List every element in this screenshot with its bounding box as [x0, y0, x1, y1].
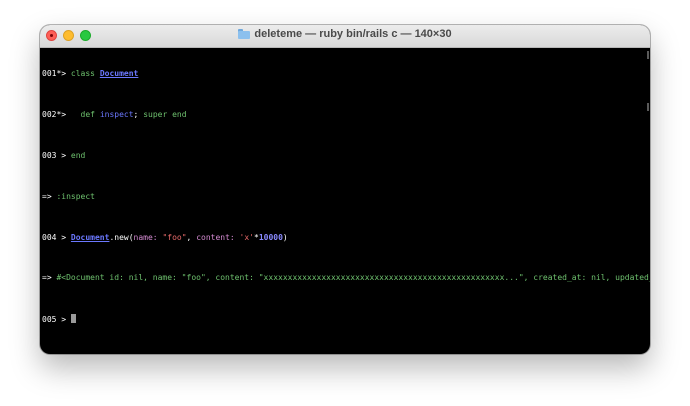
prompt: 005 >	[42, 315, 71, 325]
string-x: 'x'	[239, 232, 254, 242]
method-name: inspect	[99, 110, 134, 120]
class-name: Document	[99, 69, 139, 79]
arg-key-name: name:	[133, 232, 158, 242]
terminal-line: 005 >	[42, 314, 646, 324]
constant-document: Document	[70, 232, 110, 242]
prompt: 004 >	[42, 232, 71, 242]
result-value: :inspect	[56, 191, 95, 201]
keyword-super-end: super end	[143, 110, 187, 120]
window-title-text: deleteme — ruby bin/rails c — 140×30	[254, 28, 452, 40]
text-cursor	[70, 314, 76, 324]
scroll-marker	[647, 51, 649, 59]
prompt: 002*>	[42, 110, 71, 120]
terminal-line: 004 > Document.new(name: "foo", content:…	[42, 233, 646, 243]
keyword-def: def	[80, 110, 95, 120]
result-arrow: =>	[42, 191, 57, 201]
keyword-class: class	[70, 69, 95, 79]
separator: ;	[133, 110, 144, 120]
folder-icon	[238, 29, 251, 39]
method-call: .new(	[109, 232, 134, 242]
terminal-output[interactable]: 001*> class Document 002*> def inspect; …	[42, 49, 650, 354]
terminal-line: 002*> def inspect; super end	[42, 110, 646, 120]
scroll-marker	[647, 103, 649, 111]
prompt: 003 >	[42, 151, 71, 160]
string-foo: "foo"	[162, 232, 187, 242]
comma: ,	[186, 232, 197, 242]
arg-key-content: content:	[196, 232, 235, 242]
prompt: 001*>	[42, 69, 71, 79]
terminal-line: => #<Document id: nil, name: "foo", cont…	[42, 273, 650, 283]
window-title: deleteme — ruby bin/rails c — 140×30	[40, 28, 650, 40]
result-value: #<Document id: nil, name: "foo", content…	[56, 273, 650, 283]
terminal-line: => :inspect	[42, 192, 646, 202]
terminal-window: deleteme — ruby bin/rails c — 140×30 001…	[40, 25, 650, 354]
terminal-line: 001*> class Document	[42, 69, 646, 79]
close-paren: )	[282, 232, 288, 242]
keyword-end: end	[70, 151, 86, 160]
title-bar[interactable]: deleteme — ruby bin/rails c — 140×30	[40, 25, 650, 48]
number-literal: 10000	[258, 232, 283, 242]
terminal-line: 003 > end	[42, 151, 646, 161]
result-arrow: =>	[42, 273, 57, 283]
